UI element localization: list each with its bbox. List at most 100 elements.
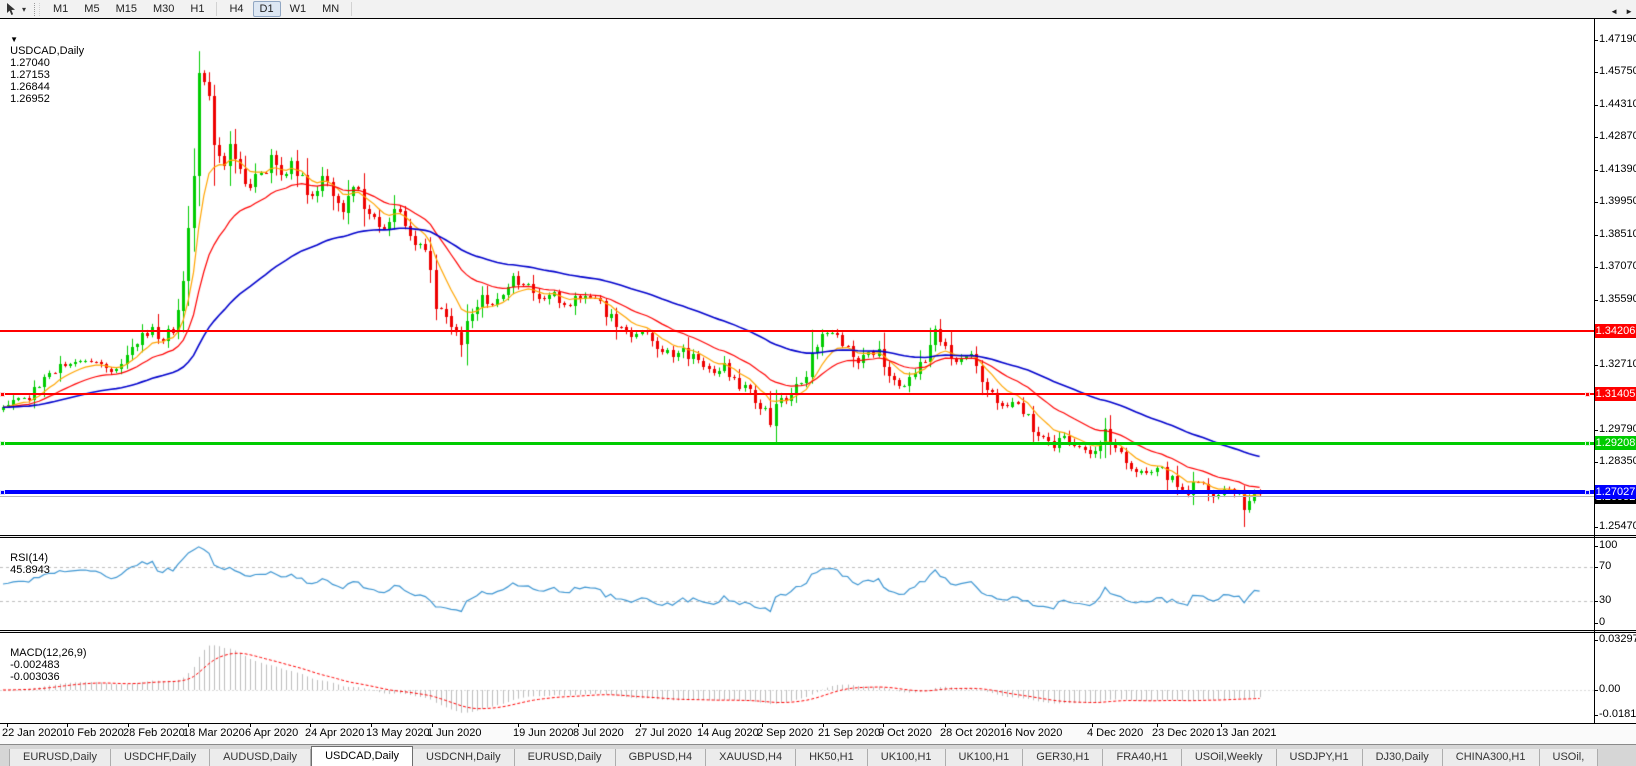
price-tick-label: 1.32710 xyxy=(1599,358,1636,370)
date-label: 4 Dec 2020 xyxy=(1087,727,1144,739)
price-tick-label: 1.45750 xyxy=(1599,65,1636,77)
timeframe-buttons: M1 M5 M15 M30 H1 H4 D1 W1 MN xyxy=(45,1,356,17)
chart-tab-usdcnh-daily[interactable]: USDCNH,Daily xyxy=(413,749,515,766)
timeframe-button-m1[interactable]: M1 xyxy=(46,1,75,17)
hline-handle[interactable] xyxy=(1585,490,1590,495)
price-tick-mark xyxy=(1594,72,1598,73)
date-label: 16 Nov 2020 xyxy=(1000,727,1063,739)
chart-tab-uk100-h1[interactable]: UK100,H1 xyxy=(867,749,946,766)
price-tick-label: 1.41390 xyxy=(1599,163,1636,175)
tab-scroll-left-icon[interactable]: ◄ xyxy=(1610,7,1618,16)
chart-tab-fra40-h1[interactable]: FRA40,H1 xyxy=(1103,749,1182,766)
price-tick-mark xyxy=(1594,527,1598,528)
price-axis-line xyxy=(1594,18,1595,724)
price-tick-mark xyxy=(1594,300,1598,301)
hline-handle[interactable] xyxy=(0,441,5,446)
tab-scroll-right-icon[interactable]: ► xyxy=(1625,7,1633,16)
chart-tab-xauusd-h4[interactable]: XAUUSD,H4 xyxy=(706,749,797,766)
date-label: 24 Apr 2020 xyxy=(305,727,365,739)
rsi-axis-label: 0 xyxy=(1599,616,1606,628)
chart-tab-uk100-h1[interactable]: UK100,H1 xyxy=(945,749,1024,766)
price-tick-mark xyxy=(1594,462,1598,463)
chart-ohlc-label: ▼ USDCAD,Daily 1.27040 1.27153 1.26844 1… xyxy=(4,21,84,105)
timeframe-button-h4[interactable]: H4 xyxy=(222,1,250,17)
macd-chart-canvas[interactable] xyxy=(0,633,1594,722)
rsi-tick-mark xyxy=(1594,601,1598,602)
price-tick-mark xyxy=(1594,430,1598,431)
rsi-label: RSI(14) 45.8943 xyxy=(4,540,50,576)
price-tick-label: 1.35590 xyxy=(1599,293,1636,305)
macd-axis-label: 0.00 xyxy=(1599,683,1621,695)
timeframe-button-m30[interactable]: M30 xyxy=(146,1,181,17)
chart-symbol: USDCAD,Daily xyxy=(10,45,85,57)
price-tick-mark xyxy=(1594,105,1598,106)
timeframe-button-d1[interactable]: D1 xyxy=(252,1,281,17)
chart-tab-ger30-h1[interactable]: GER30,H1 xyxy=(1023,749,1104,766)
hline-1.31405[interactable] xyxy=(0,393,1594,395)
hline-handle[interactable] xyxy=(1585,392,1590,397)
chart-tab-usdchf-daily[interactable]: USDCHF,Daily xyxy=(110,749,211,766)
chart-tab-audusd-daily[interactable]: AUDUSD,Daily xyxy=(210,749,312,766)
chart-tab-hk50-h1[interactable]: HK50,H1 xyxy=(796,749,868,766)
price-tick-mark xyxy=(1594,202,1598,203)
price-tick-label: 1.47190 xyxy=(1599,33,1636,45)
macd-label: MACD(12,26,9) -0.002483 -0.003036 xyxy=(4,635,87,683)
chart-tab-usoil-[interactable]: USOil, xyxy=(1539,749,1599,766)
hline-price-tag: 1.27027 xyxy=(1595,485,1636,499)
macd-tick-mark xyxy=(1594,640,1598,641)
macd-axis-label: 0.032972 xyxy=(1599,633,1636,645)
date-label: 14 Aug 2020 xyxy=(697,727,759,739)
date-label: 28 Feb 2020 xyxy=(123,727,185,739)
date-label: 19 Jun 2020 xyxy=(513,727,574,739)
rsi-chart-canvas[interactable] xyxy=(0,538,1594,629)
chart-tab-usdcad-daily[interactable]: USDCAD,Daily xyxy=(311,746,414,766)
price-tick-label: 1.28350 xyxy=(1599,455,1636,467)
rsi-axis-label: 100 xyxy=(1599,539,1618,551)
timeframe-button-m15[interactable]: M15 xyxy=(109,1,144,17)
date-label: 13 Jan 2021 xyxy=(1216,727,1277,739)
timeframe-button-m5[interactable]: M5 xyxy=(77,1,106,17)
toolbar-separator xyxy=(351,2,353,16)
hline-1.34206[interactable] xyxy=(0,330,1594,332)
price-tick-mark xyxy=(1594,365,1598,366)
chart-tab-gbpusd-h4[interactable]: GBPUSD,H4 xyxy=(615,749,707,766)
rsi-tick-mark xyxy=(1594,546,1598,547)
cursor-tool-dropdown-icon[interactable]: ▾ xyxy=(19,5,29,14)
price-tick-mark xyxy=(1594,235,1598,236)
chart-tab-eurusd-daily[interactable]: EURUSD,Daily xyxy=(514,749,616,766)
price-tick-mark xyxy=(1594,267,1598,268)
toolbar-separator xyxy=(216,2,218,16)
hline-price-tag: 1.34206 xyxy=(1595,324,1636,338)
date-label: 23 Dec 2020 xyxy=(1152,727,1215,739)
hline-1.29208[interactable] xyxy=(0,442,1594,445)
timeframe-button-mn[interactable]: MN xyxy=(315,1,346,17)
price-tick-label: 1.44310 xyxy=(1599,98,1636,110)
candlestick-chart-canvas[interactable] xyxy=(0,19,1594,534)
ohlc-high: 1.27153 xyxy=(10,69,50,81)
cursor-tool-icon[interactable] xyxy=(3,1,19,17)
chart-tab-eurusd-daily[interactable]: EURUSD,Daily xyxy=(9,749,111,766)
hline-1.27027[interactable] xyxy=(0,490,1594,494)
chart-tab-usdjpy-h1[interactable]: USDJPY,H1 xyxy=(1276,749,1363,766)
price-tick-mark xyxy=(1594,170,1598,171)
chart-tab-dj30-daily[interactable]: DJ30,Daily xyxy=(1362,749,1443,766)
price-tick-mark xyxy=(1594,40,1598,41)
toolbar-grip[interactable] xyxy=(34,2,40,16)
rsi-current-value: 45.8943 xyxy=(10,564,50,576)
bid-price-line xyxy=(0,496,1594,497)
symbol-dropdown-icon[interactable]: ▼ xyxy=(10,35,18,44)
macd-axis-label: -0.018154 xyxy=(1599,708,1636,720)
hline-handle[interactable] xyxy=(0,392,5,397)
chart-tab-china300-h1[interactable]: CHINA300,H1 xyxy=(1442,749,1540,766)
macd-indicator-name: MACD(12,26,9) xyxy=(10,647,87,659)
date-label: 6 Apr 2020 xyxy=(245,727,299,739)
macd-current-value: -0.002483 xyxy=(10,659,60,671)
price-tick-label: 1.25470 xyxy=(1599,520,1636,532)
ohlc-open: 1.27040 xyxy=(10,57,50,69)
timeframe-button-h1[interactable]: H1 xyxy=(183,1,211,17)
hline-handle[interactable] xyxy=(0,490,5,495)
date-label: 13 May 2020 xyxy=(366,727,430,739)
timeframe-button-w1[interactable]: W1 xyxy=(283,1,314,17)
chart-tab-usoil-weekly[interactable]: USOil,Weekly xyxy=(1181,749,1277,766)
hline-handle[interactable] xyxy=(1585,441,1590,446)
